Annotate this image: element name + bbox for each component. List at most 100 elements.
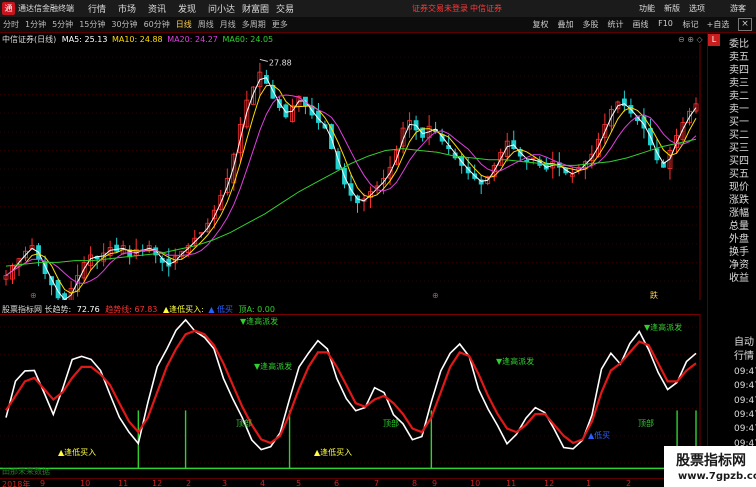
quote-field-label[interactable]: 卖一 xyxy=(729,103,756,116)
tab-monthly[interactable]: 月线 xyxy=(220,19,236,30)
date-tick-label: 12 xyxy=(544,479,555,487)
date-axis: 2018年910111223456789101112123 xyxy=(0,478,707,487)
sell-signal-label: ▼逢高派发 xyxy=(644,322,682,332)
title-bar: 通 通达信金融终端 行情 市场 资讯 发现 问小达 财富圈 交易 证券交易未登录… xyxy=(0,0,756,17)
sell-signal-label: ▼逢高派发 xyxy=(240,316,278,326)
buy-signal-label: ▲逢低买入 xyxy=(314,447,352,457)
tab-15min[interactable]: 15分钟 xyxy=(79,19,105,30)
buy-label: ▲逢低买入: xyxy=(162,305,204,314)
menu-new-version[interactable]: 新版 xyxy=(664,3,680,14)
tool-add-watchlist[interactable]: +自选 xyxy=(703,19,733,30)
quote-field-label[interactable]: 委比 xyxy=(729,38,756,51)
trend-line-red xyxy=(5,329,697,445)
tick-time: 09:47 xyxy=(734,409,756,420)
indicator-name: 股票指标网 长趋势: xyxy=(2,305,72,314)
event-mark: ⊕ xyxy=(432,291,439,300)
chart-tools: 复权 叠加 多股 统计 画线 F10 标记 +自选 xyxy=(528,19,733,30)
watermark-title: 股票指标网 xyxy=(676,453,746,469)
period-tabs: 分时 1分钟 5分钟 15分钟 30分钟 60分钟 日线 周线 月线 多周期 更… xyxy=(3,19,294,30)
close-icon[interactable]: × xyxy=(738,18,752,31)
date-tick-label: 4 xyxy=(260,479,266,487)
menu-options[interactable]: 选项 xyxy=(689,3,705,14)
date-tick-label: 6 xyxy=(334,479,340,487)
tab-5min[interactable]: 5分钟 xyxy=(52,19,73,30)
menu-item-quotes[interactable]: 行情 xyxy=(88,2,118,15)
quote-field-label[interactable]: 买三 xyxy=(729,142,756,155)
menu-item-ask[interactable]: 问小达 xyxy=(208,2,242,15)
event-mark: ⊕ xyxy=(30,291,37,300)
tab-multi-period[interactable]: 多周期 xyxy=(242,19,266,30)
tool-draw[interactable]: 画线 xyxy=(628,19,653,30)
tick-header[interactable]: 自动 xyxy=(734,336,756,350)
tool-overlay[interactable]: 叠加 xyxy=(553,19,578,30)
quote-field-label[interactable]: 卖二 xyxy=(729,90,756,103)
tool-mark[interactable]: 标记 xyxy=(678,19,703,30)
indicator-chart[interactable]: ▼逢高派发 ▼逢高派发 ▼逢高派发 ▼逢高派发 ▲逢低买入 ▲逢低买入 顶部 顶部 顶部 ▲低买 xyxy=(0,314,707,478)
quote-field-label[interactable]: 卖三 xyxy=(729,77,756,90)
app-name: 通达信金融终端 xyxy=(18,4,74,13)
tab-more[interactable]: 更多 xyxy=(272,19,288,30)
menu-item-market[interactable]: 市场 xyxy=(118,2,148,15)
tick-header[interactable]: 行情 xyxy=(734,350,756,364)
quote-field-label[interactable]: 买五 xyxy=(729,168,756,181)
quote-field-label[interactable]: 净资 xyxy=(729,259,756,272)
zoom-controls-icon[interactable]: ⊖ ⊕ ◇ xyxy=(678,35,703,44)
date-tick-label: 7 xyxy=(374,479,380,487)
tab-30min[interactable]: 30分钟 xyxy=(111,19,137,30)
tick-time: 09:47 xyxy=(734,366,756,377)
ma20-value: MA20: 24.27 xyxy=(167,35,218,44)
quote-field-label[interactable]: 收益 xyxy=(729,272,756,285)
login-notice[interactable]: 证券交易未登录 xyxy=(412,3,468,14)
candle-body xyxy=(114,244,120,252)
date-tick-label: 5 xyxy=(296,479,302,487)
date-tick-label: 11 xyxy=(506,479,517,487)
main-menu: 行情 市场 资讯 发现 问小达 财富圈 交易 xyxy=(88,2,306,15)
menu-item-discover[interactable]: 发现 xyxy=(178,2,208,15)
date-tick-label: 1 xyxy=(586,479,592,487)
buy-signal-label: ▲逢低买入 xyxy=(58,447,96,457)
quote-field-label[interactable]: 总量 xyxy=(729,220,756,233)
date-tick-label: 3 xyxy=(222,479,228,487)
tool-adjust[interactable]: 复权 xyxy=(528,19,553,30)
quote-field-label[interactable]: 买四 xyxy=(729,155,756,168)
tool-multi-stock[interactable]: 多股 xyxy=(578,19,603,30)
ma60-line xyxy=(5,138,697,267)
quote-field-label[interactable]: 现价 xyxy=(729,181,756,194)
date-tick-label: 11 xyxy=(118,479,129,487)
ma10-value: MA10: 24.88 xyxy=(111,35,163,44)
tick-time: 09:47 xyxy=(734,424,756,435)
sidebar-mark[interactable]: L xyxy=(708,34,720,46)
quote-field-label[interactable]: 卖五 xyxy=(729,51,756,64)
low-buy-label: ▲低买 xyxy=(588,430,610,440)
sell-signal-label: ▼逢高派发 xyxy=(254,361,292,371)
stock-name: 中信证券(日线) xyxy=(2,35,57,44)
tab-intraday[interactable]: 分时 xyxy=(3,19,19,30)
broker-notice[interactable]: 中信证券 xyxy=(470,3,502,14)
kline-chart[interactable]: 27.8814.72⊕⊕跌 xyxy=(0,44,707,300)
date-tick-label: 10 xyxy=(80,479,91,487)
trend-line-value: 趋势线: 67.83 xyxy=(105,305,158,314)
date-tick-label: 9 xyxy=(432,479,438,487)
quote-field-label[interactable]: 涨幅 xyxy=(729,207,756,220)
menu-function[interactable]: 功能 xyxy=(639,3,655,14)
quote-field-label[interactable]: 卖四 xyxy=(729,64,756,77)
quote-field-label[interactable]: 买一 xyxy=(729,116,756,129)
tab-weekly[interactable]: 周线 xyxy=(198,19,214,30)
menu-item-news[interactable]: 资讯 xyxy=(148,2,178,15)
tab-1min[interactable]: 1分钟 xyxy=(25,19,46,30)
quote-field-label[interactable]: 外盘 xyxy=(729,233,756,246)
top-label: 顶A: 0.00 xyxy=(238,305,275,314)
menu-item-trade[interactable]: 交易 xyxy=(276,2,306,15)
guest-user[interactable]: 游客 xyxy=(730,3,746,14)
chart-toolbar: 分时 1分钟 5分钟 15分钟 30分钟 60分钟 日线 周线 月线 多周期 更… xyxy=(0,17,756,33)
tool-f10[interactable]: F10 xyxy=(653,19,678,30)
tool-stats[interactable]: 统计 xyxy=(603,19,628,30)
tab-daily[interactable]: 日线 xyxy=(176,19,192,30)
quote-field-label[interactable]: 涨跌 xyxy=(729,194,756,207)
date-tick-label: 10 xyxy=(470,479,481,487)
quote-field-label[interactable]: 买二 xyxy=(729,129,756,142)
menu-item-wealth[interactable]: 财富圈 xyxy=(242,2,276,15)
quote-field-label[interactable]: 换手 xyxy=(729,246,756,259)
quote-fields: 委比 卖五 卖四 卖三 卖二 卖一 买一 买二 买三 买四 买五 现价 涨跌 涨幅 总量 外盘 换手 净资 收益 xyxy=(729,38,756,285)
tab-60min[interactable]: 60分钟 xyxy=(144,19,170,30)
